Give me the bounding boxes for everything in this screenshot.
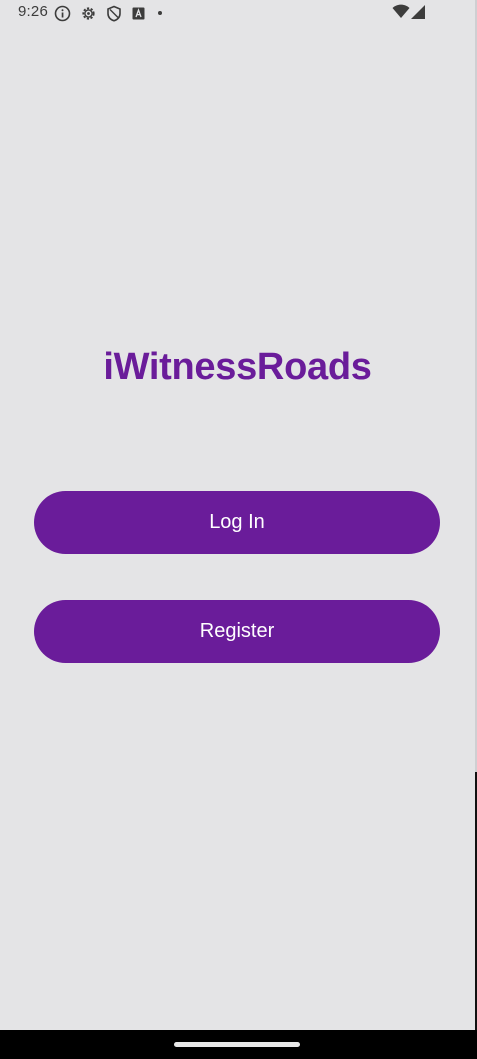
status-bar: 9:26	[0, 0, 475, 26]
signal-icon	[410, 4, 426, 20]
status-system-icons	[392, 4, 426, 20]
wifi-icon	[392, 4, 410, 20]
register-button-label: Register	[199, 620, 275, 642]
register-button[interactable]: Register	[34, 600, 440, 663]
status-time: 9:26	[18, 3, 48, 20]
home-gesture-handle[interactable]	[174, 1042, 300, 1047]
info-icon	[54, 5, 80, 22]
settings-gear-icon	[80, 5, 106, 22]
log-in-button-label: Log In	[209, 511, 265, 533]
navigation-bar	[0, 1030, 477, 1059]
dot-icon	[155, 8, 174, 18]
shield-icon	[106, 5, 131, 22]
app-screen: 9:26 iWitnessRoads Log In Register	[0, 0, 475, 1030]
a-square-icon	[131, 6, 155, 21]
app-title: iWitnessRoads	[103, 346, 372, 388]
log-in-button[interactable]: Log In	[34, 491, 440, 554]
status-notification-icons	[54, 4, 174, 22]
